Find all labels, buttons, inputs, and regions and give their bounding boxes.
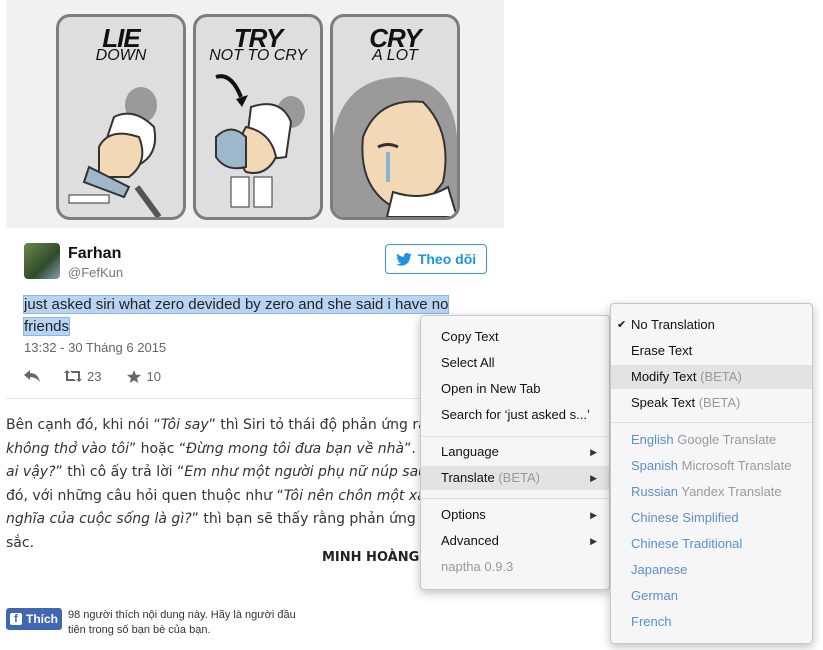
selected-tweet-text[interactable]: just asked siri what zero devided by zer…	[22, 295, 450, 336]
article-author: MINH HOÀNG	[322, 550, 420, 565]
submenu-item-spanish[interactable]: Spanish Microsoft Translate	[611, 454, 812, 478]
submenu-item-english[interactable]: English Google Translate	[611, 428, 812, 452]
tweet-timestamp[interactable]: 13:32 - 30 Tháng 6 2015	[24, 340, 166, 355]
menu-item-version: naptha 0.9.3	[441, 559, 514, 574]
beta-tag: (BETA)	[700, 369, 742, 384]
menu-item-options[interactable]: Options ▶	[421, 503, 609, 527]
comic-panel-try-not-to-cry: TRY NOT TO CRY	[193, 14, 323, 220]
submenu-arrow-icon: ▶	[590, 510, 597, 520]
star-icon	[127, 369, 142, 383]
facebook-like-label: Thích	[26, 612, 58, 626]
tweet-actions: 23 10	[24, 366, 161, 386]
menu-item-select-all[interactable]: Select All	[421, 351, 609, 375]
menu-item-label: Language	[441, 444, 499, 459]
reply-button[interactable]	[24, 370, 40, 382]
menu-divider	[421, 498, 609, 499]
facebook-icon: f	[10, 613, 22, 625]
menu-item-open-new-tab[interactable]: Open in New Tab	[421, 377, 609, 401]
submenu-item-modify-text[interactable]: Modify Text (BETA)	[611, 365, 812, 389]
submenu-item-speak-text[interactable]: Speak Text (BETA)	[611, 391, 812, 415]
beta-tag: (BETA)	[698, 395, 741, 410]
submenu-item-erase-text[interactable]: Erase Text	[611, 339, 812, 363]
submenu-item-french[interactable]: French	[611, 610, 812, 634]
menu-item-search-for[interactable]: Search for ‘just asked s...’	[421, 403, 609, 427]
facebook-like-text: 98 người thích nội dung này. Hãy là ngườ…	[68, 609, 296, 636]
submenu-item-german[interactable]: German	[611, 584, 812, 608]
checkmark-icon: ✔	[617, 319, 627, 331]
menu-item-label: Advanced	[441, 533, 499, 548]
sitting-person-illustration	[215, 74, 305, 208]
comic-panel-lie-down: LIE DOWN	[56, 14, 186, 220]
like-count: 10	[146, 368, 161, 384]
comic-image: LIE DOWN TRY NOT TO CRY CRY A LOT	[6, 0, 504, 228]
context-menu: Copy Text Select All Open in New Tab Sea…	[420, 315, 610, 590]
menu-item-advanced[interactable]: Advanced ▶	[421, 529, 609, 553]
reply-icon	[24, 370, 40, 382]
divider	[6, 398, 426, 399]
submenu-item-russian[interactable]: Russian Yandex Translate	[611, 480, 812, 504]
translate-submenu: ✔ No Translation Erase Text Modify Text …	[610, 303, 813, 644]
twitter-bird-icon	[396, 252, 412, 266]
follow-label: Theo dõi	[417, 251, 477, 267]
comic-panel-cry-a-lot: CRY A LOT	[330, 14, 460, 220]
facebook-like-button[interactable]: f Thích	[6, 608, 62, 630]
article-body: Bên cạnh đó, khi nói “Tôi say” thì Siri …	[6, 414, 426, 555]
article-line: Bên cạnh đó, khi nói “Tôi say” thì Siri …	[6, 417, 426, 433]
article-line: ai vậy?” thì cô ấy trả lời “Em như một n…	[6, 464, 426, 480]
lying-person-illustration	[68, 87, 162, 217]
avatar[interactable]	[24, 243, 60, 279]
submenu-item-no-translation[interactable]: ✔ No Translation	[611, 313, 812, 337]
submenu-item-chinese-traditional[interactable]: Chinese Traditional	[611, 532, 812, 556]
menu-item-language[interactable]: Language ▶	[421, 440, 609, 464]
retweet-count: 23	[87, 368, 102, 384]
tweet-text: just asked siri what zero devided by zer…	[22, 294, 474, 338]
submenu-item-chinese-simplified[interactable]: Chinese Simplified	[611, 506, 812, 530]
retweet-icon	[64, 370, 82, 382]
menu-item-label: Translate	[441, 470, 495, 485]
tweet-author-handle[interactable]: @FefKun	[68, 265, 123, 280]
submenu-arrow-icon: ▶	[590, 536, 597, 546]
submenu-arrow-icon: ▶	[590, 447, 597, 457]
submenu-arrow-icon: ▶	[590, 473, 597, 483]
article-line: đó, với những câu hỏi quen thuộc như “Tô…	[6, 487, 426, 504]
article-line: không thở vào tôi” hoặc “Đừng mong tôi đ…	[6, 440, 426, 457]
follow-button[interactable]: Theo dõi	[385, 244, 487, 274]
crying-face-illustration	[333, 77, 457, 217]
menu-item-translate[interactable]: Translate (BETA) ▶	[421, 466, 609, 490]
retweet-button[interactable]: 23	[64, 369, 101, 384]
menu-divider	[611, 422, 812, 423]
submenu-item-japanese[interactable]: Japanese	[611, 558, 812, 582]
tweet-author-name[interactable]: Farhan	[68, 245, 121, 263]
menu-divider	[421, 436, 609, 437]
beta-tag: (BETA)	[498, 470, 540, 485]
menu-item-copy-text[interactable]: Copy Text	[421, 325, 609, 349]
menu-item-label: Options	[441, 507, 486, 522]
like-button[interactable]: 10	[127, 368, 161, 384]
article-line: nghĩa của cuộc sống là gì?” thì bạn sẽ t…	[6, 511, 426, 527]
